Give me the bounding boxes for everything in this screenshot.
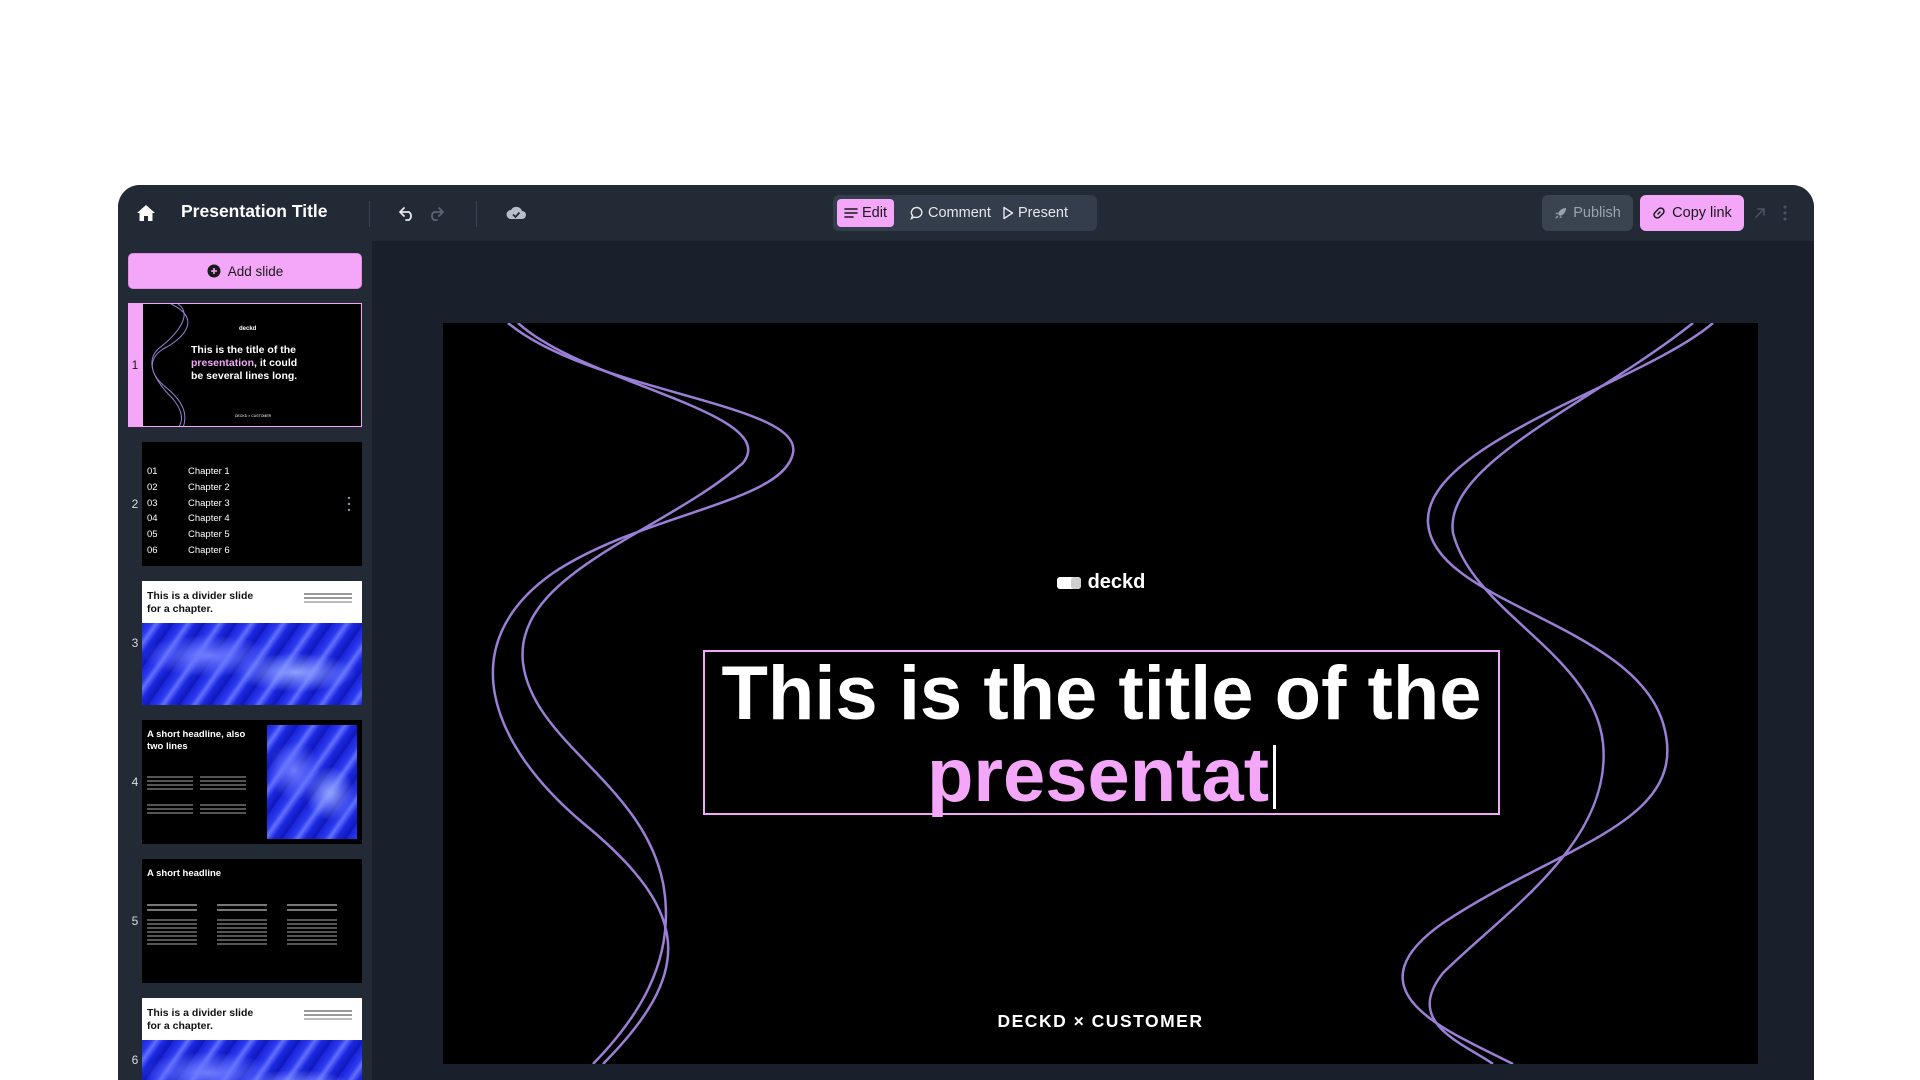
thumb-heading: This is a divider slide for a chapter. xyxy=(147,590,254,615)
slide-brand: deckd xyxy=(443,571,1758,594)
marble-image xyxy=(142,1040,362,1080)
thumb-text-lines xyxy=(287,904,337,906)
more-options-button[interactable] xyxy=(1776,199,1794,227)
thumb-brand: deckd xyxy=(239,326,257,332)
slide-thumbnail-6[interactable]: 6 This is a divider slide for a chapter. xyxy=(128,998,362,1080)
lines-icon xyxy=(844,208,858,218)
slide-thumbnail-1[interactable]: 1 deckd This is the title of the present… xyxy=(128,303,362,427)
add-slide-label: Add slide xyxy=(227,263,284,279)
arrow-up-right-icon xyxy=(1755,208,1765,218)
thumb-text-lines xyxy=(304,593,352,595)
undo-button[interactable] xyxy=(393,199,421,227)
tab-comment[interactable]: Comment xyxy=(903,199,998,227)
thumb-text-lines xyxy=(147,904,197,906)
redo-icon xyxy=(431,207,444,221)
slide-number: 1 xyxy=(128,303,142,427)
slide-title-line1: This is the title of the xyxy=(721,651,1482,736)
title-textbox[interactable]: This is the title of the presentat xyxy=(703,650,1500,818)
slide-number: 6 xyxy=(131,1053,139,1067)
vertical-dots-icon xyxy=(1783,205,1787,221)
redo-button[interactable] xyxy=(422,199,450,227)
speech-bubble-icon xyxy=(910,206,923,220)
divider xyxy=(369,201,370,227)
mode-switcher: Edit Comment Present xyxy=(833,195,1097,231)
tab-comment-label: Comment xyxy=(928,205,991,221)
slide-thumbnail-2[interactable]: 2 01 02 03 04 05 06 Chapter 1 Chapter 2 … xyxy=(128,442,362,566)
thumb-heading: A short headline, also two lines xyxy=(147,729,246,752)
publish-button[interactable]: Publish xyxy=(1542,195,1633,231)
undo-icon xyxy=(399,207,412,221)
home-button[interactable] xyxy=(132,199,160,227)
slide-sidebar: Add slide 1 deckd This is the title of t… xyxy=(118,241,372,1080)
slide-title-line2: presentat xyxy=(705,734,1498,818)
thumb-text-lines xyxy=(217,904,267,906)
slide-number: 5 xyxy=(131,914,139,928)
presentation-title[interactable]: Presentation Title xyxy=(181,201,328,222)
slide-canvas: deckd This is the title of the presentat… xyxy=(372,241,1814,1080)
text-cursor xyxy=(1273,745,1277,809)
current-slide[interactable]: deckd This is the title of the presentat… xyxy=(443,323,1758,1064)
copy-link-button[interactable]: Copy link xyxy=(1640,195,1744,231)
thumb-chapter-numbers: 01 02 03 04 05 06 xyxy=(147,466,158,556)
slide-brand-label: deckd xyxy=(1087,571,1146,593)
thumbnail-menu-icon xyxy=(347,496,351,512)
slide-preview: This is a divider slide for a chapter. xyxy=(142,998,362,1080)
tab-edit-label: Edit xyxy=(862,205,887,221)
slide-preview: A short headline, also two lines xyxy=(142,720,362,844)
copy-link-label: Copy link xyxy=(1672,205,1732,221)
open-external-button[interactable] xyxy=(1748,199,1772,227)
plus-circle-icon xyxy=(207,264,221,278)
cloud-check-icon xyxy=(506,206,526,219)
tab-present[interactable]: Present xyxy=(995,199,1075,227)
slide-footer: DECKD × CUSTOMER xyxy=(997,1011,1204,1031)
slide-number: 4 xyxy=(131,775,139,789)
slide-thumbnail-3[interactable]: 3 This is a divider slide for a chapter. xyxy=(128,581,362,705)
thumb-text-lines xyxy=(200,776,246,778)
link-icon xyxy=(1653,207,1665,219)
rocket-icon xyxy=(1555,207,1567,219)
publish-label: Publish xyxy=(1573,205,1621,221)
top-toolbar: Presentation Title Edit Comment Present xyxy=(118,185,1814,241)
home-icon xyxy=(137,205,155,221)
marble-image xyxy=(142,623,362,705)
app-window: Presentation Title Edit Comment Present xyxy=(118,185,1814,1080)
add-slide-button[interactable]: Add slide xyxy=(128,253,362,289)
cloud-sync-button[interactable] xyxy=(502,199,530,227)
thumb-chapter-labels: Chapter 1 Chapter 2 Chapter 3 Chapter 4 … xyxy=(188,466,230,556)
divider xyxy=(476,201,477,227)
slide-thumbnail-5[interactable]: 5 A short headline xyxy=(128,859,362,983)
marble-image xyxy=(267,725,357,839)
thumb-heading: This is a divider slide for a chapter. xyxy=(147,1007,254,1032)
slide-number: 3 xyxy=(131,636,139,650)
tab-present-label: Present xyxy=(1018,205,1068,221)
thumb-title: This is the title of the presentation, i… xyxy=(191,344,298,382)
slide-preview: 01 02 03 04 05 06 Chapter 1 Chapter 2 Ch… xyxy=(142,442,362,566)
tab-edit[interactable]: Edit xyxy=(837,199,894,227)
slide-preview: deckd This is the title of the presentat… xyxy=(142,303,362,427)
slide-thumbnail-4[interactable]: 4 A short headline, also two lines xyxy=(128,720,362,844)
thumb-text-lines xyxy=(304,1010,352,1012)
deckd-logo-icon xyxy=(1056,576,1081,589)
slide-preview: This is a divider slide for a chapter. xyxy=(142,581,362,705)
thumb-text-lines xyxy=(147,776,193,778)
slide-preview: A short headline xyxy=(142,859,362,983)
thumb-footer: DECKD × CUSTOMER xyxy=(235,414,272,418)
thumb-heading: A short headline xyxy=(147,868,222,879)
play-icon xyxy=(1003,206,1014,220)
slide-number: 2 xyxy=(131,497,139,511)
